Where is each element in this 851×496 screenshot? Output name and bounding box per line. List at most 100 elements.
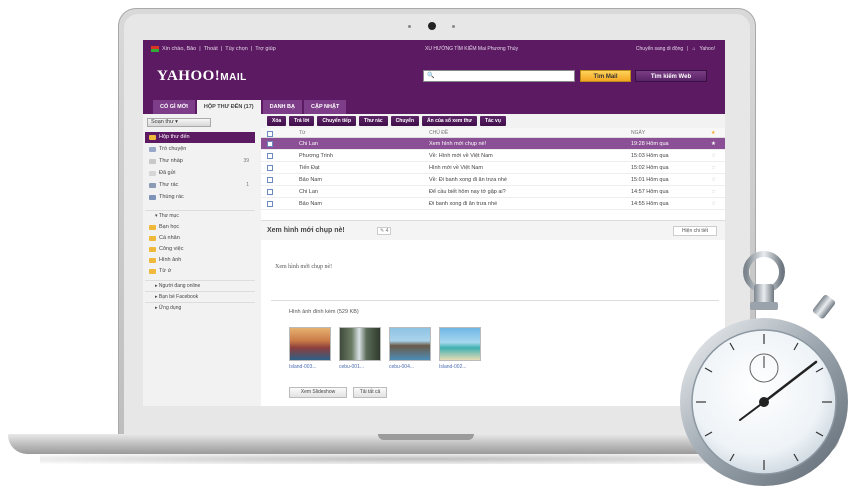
- trending-searches[interactable]: XU HƯỚNG TÌM KIẾM Mai Phương Thúy: [425, 46, 518, 52]
- spam-button[interactable]: Thư rác: [359, 116, 388, 126]
- actions-button[interactable]: Tác vụ: [480, 116, 506, 126]
- move-button[interactable]: Chuyển: [390, 116, 420, 126]
- slideshow-button[interactable]: Xem Slideshow: [289, 387, 347, 398]
- help-link[interactable]: Trợ giúp: [255, 46, 276, 52]
- inbox-icon: [149, 135, 156, 140]
- drafts-icon: [149, 159, 156, 164]
- folder-icon: [149, 258, 156, 263]
- message-row[interactable]: Bảo Nam Đi banh xong đi ăn trưa nhé 14:5…: [261, 198, 725, 210]
- top-right-links: Chuyển sang di động | ⌂ Yahoo!: [635, 46, 715, 52]
- search-mail-button[interactable]: Tìm Mail: [580, 70, 631, 82]
- sensor-dot: [408, 25, 411, 28]
- folder-icon: [149, 247, 156, 252]
- star-icon[interactable]: ☆: [711, 150, 716, 162]
- attachment-label[interactable]: Island-003...: [289, 364, 317, 370]
- spam-icon: [149, 183, 156, 188]
- star-icon[interactable]: ☆: [711, 198, 716, 210]
- flag-icon: [151, 46, 159, 52]
- yahoo-mail-logo[interactable]: YAHOO!MAIL: [157, 68, 247, 85]
- attachment-label[interactable]: cebu-001...: [339, 364, 364, 370]
- hide-preview-button[interactable]: Ẩn của sổ xem thư: [422, 116, 478, 126]
- star-icon[interactable]: ★: [711, 138, 716, 150]
- row-checkbox[interactable]: [267, 153, 273, 159]
- from-column-header[interactable]: Từ: [299, 128, 305, 138]
- compose-button[interactable]: Soạn thư ▾: [147, 118, 211, 127]
- reply-button[interactable]: Trả lời: [289, 116, 315, 126]
- forward-button[interactable]: Chuyển tiếp: [317, 116, 357, 126]
- tab-whats-new[interactable]: CÓ GÌ MỚI: [153, 100, 195, 114]
- message-row[interactable]: Phương Trinh Về: Hình mới về Việt Nam 15…: [261, 150, 725, 162]
- folder-item[interactable]: Công việc: [145, 244, 255, 255]
- mobile-link[interactable]: Chuyển sang di động: [636, 46, 683, 52]
- folder-icon: [149, 236, 156, 241]
- message-body: Xem hình mới chụp nè!: [275, 264, 333, 270]
- show-details-button[interactable]: Hiện chi tiết: [673, 226, 717, 236]
- message-row[interactable]: Chi Lan Để cầu biết hôm nay tớ gặp ai? 1…: [261, 186, 725, 198]
- sidebar-item-inbox[interactable]: Hộp thư đến: [145, 132, 255, 143]
- attachment-thumbnail[interactable]: [389, 327, 431, 361]
- mail-header: YAHOO!MAIL 🔍 Tìm Mail Tìm kiếm Web: [143, 64, 725, 96]
- message-row[interactable]: Bảo Nam Về: Đi banh xong đi ăn trưa nhé …: [261, 174, 725, 186]
- tab-contacts[interactable]: DANH BẠ: [262, 100, 302, 114]
- row-checkbox[interactable]: [267, 201, 273, 207]
- folder-item[interactable]: Từ ứ: [145, 266, 255, 277]
- star-icon[interactable]: ☆: [711, 186, 716, 198]
- home-icon: ⌂: [692, 46, 696, 52]
- select-all-checkbox[interactable]: [267, 131, 273, 137]
- message-list-header: Từ CHỦ ĐỀ NGÀY ★: [261, 128, 725, 138]
- folders-header[interactable]: ▾ Thư mục: [145, 210, 255, 220]
- search-web-button[interactable]: Tìm kiếm Web: [635, 70, 707, 82]
- row-checkbox[interactable]: [267, 189, 273, 195]
- sent-icon: [149, 171, 156, 176]
- folder-item[interactable]: Bạn học: [145, 222, 255, 233]
- tab-inbox[interactable]: HỘP THƯ ĐẾN (17): [196, 100, 261, 114]
- sidebar-item-chat[interactable]: Trò chuyện: [145, 144, 255, 155]
- row-checkbox[interactable]: [267, 177, 273, 183]
- stopwatch-icon: [680, 251, 848, 486]
- trash-icon: [149, 195, 156, 200]
- delete-button[interactable]: Xóa: [267, 116, 287, 126]
- attachment-thumbnail[interactable]: [339, 327, 381, 361]
- logout-link[interactable]: Thoát: [204, 46, 218, 52]
- download-all-button[interactable]: Tải tất cả: [353, 387, 387, 398]
- thread-count-badge[interactable]: ✎ 4: [377, 227, 392, 235]
- sidebar-item-trash[interactable]: Thùng rác: [145, 192, 255, 203]
- online-people-section[interactable]: ▸ Người đang online: [145, 280, 255, 290]
- webcam: [428, 22, 436, 30]
- preview-header: Xem hình mới chụp nè! ✎ 4 Hiện chi tiết: [261, 220, 725, 240]
- greeting[interactable]: Xin chào, Bảo: [162, 46, 196, 52]
- message-pane: Xóa Trả lời Chuyển tiếp Thư rác Chuyển Ẩ…: [261, 114, 725, 406]
- tab-updates[interactable]: CẬP NHẬT: [304, 100, 347, 114]
- yahoo-mail-screen: Xin chào, Bảo | Thoát | Tùy chọn | Trợ g…: [143, 40, 725, 406]
- row-checkbox[interactable]: [267, 141, 273, 147]
- sidebar-item-spam[interactable]: Thư rác 1: [145, 180, 255, 191]
- facebook-friends-section[interactable]: ▸ Bạn bè Facebook: [145, 291, 255, 301]
- folder-item[interactable]: Hình ảnh: [145, 255, 255, 266]
- top-bar: Xin chào, Bảo | Thoát | Tùy chọn | Trợ g…: [143, 40, 725, 64]
- star-icon[interactable]: ☆: [711, 162, 716, 174]
- row-checkbox[interactable]: [267, 165, 273, 171]
- attachment-thumbnail[interactable]: [289, 327, 331, 361]
- attachment-label[interactable]: Island-002...: [439, 364, 467, 370]
- options-link[interactable]: Tùy chọn: [225, 46, 248, 52]
- sidebar-item-drafts[interactable]: Thư nháp 39: [145, 156, 255, 167]
- attachment-thumbnail[interactable]: [439, 327, 481, 361]
- spam-count: 1: [246, 182, 249, 188]
- star-header-icon: ★: [711, 130, 716, 136]
- folder-item[interactable]: Cá nhân: [145, 233, 255, 244]
- user-menu: Xin chào, Bảo | Thoát | Tùy chọn | Trợ g…: [151, 46, 276, 52]
- search-input[interactable]: 🔍: [423, 70, 575, 82]
- sidebar: Soạn thư ▾ Hộp thư đến Trò chuyện Thư nh…: [143, 114, 257, 406]
- stopwatch-collar: [750, 302, 778, 310]
- stopwatch-side-button: [812, 294, 836, 319]
- message-row[interactable]: Chi Lan Xem hình mới chụp nè! 19:28 Hôm …: [261, 138, 725, 150]
- star-icon[interactable]: ☆: [711, 174, 716, 186]
- message-row[interactable]: Tiến Đạt Hình mới về Việt Nam 15:02 Hôm …: [261, 162, 725, 174]
- apps-section[interactable]: ▸ Ứng dụng: [145, 302, 255, 312]
- sidebar-item-sent[interactable]: Đã gửi: [145, 168, 255, 179]
- attachment-label[interactable]: cebu-004...: [389, 364, 414, 370]
- sensor-dot: [452, 25, 455, 28]
- yahoo-link[interactable]: Yahoo!: [700, 46, 715, 52]
- date-column-header[interactable]: NGÀY: [631, 128, 645, 138]
- subject-column-header[interactable]: CHỦ ĐỀ: [429, 128, 448, 138]
